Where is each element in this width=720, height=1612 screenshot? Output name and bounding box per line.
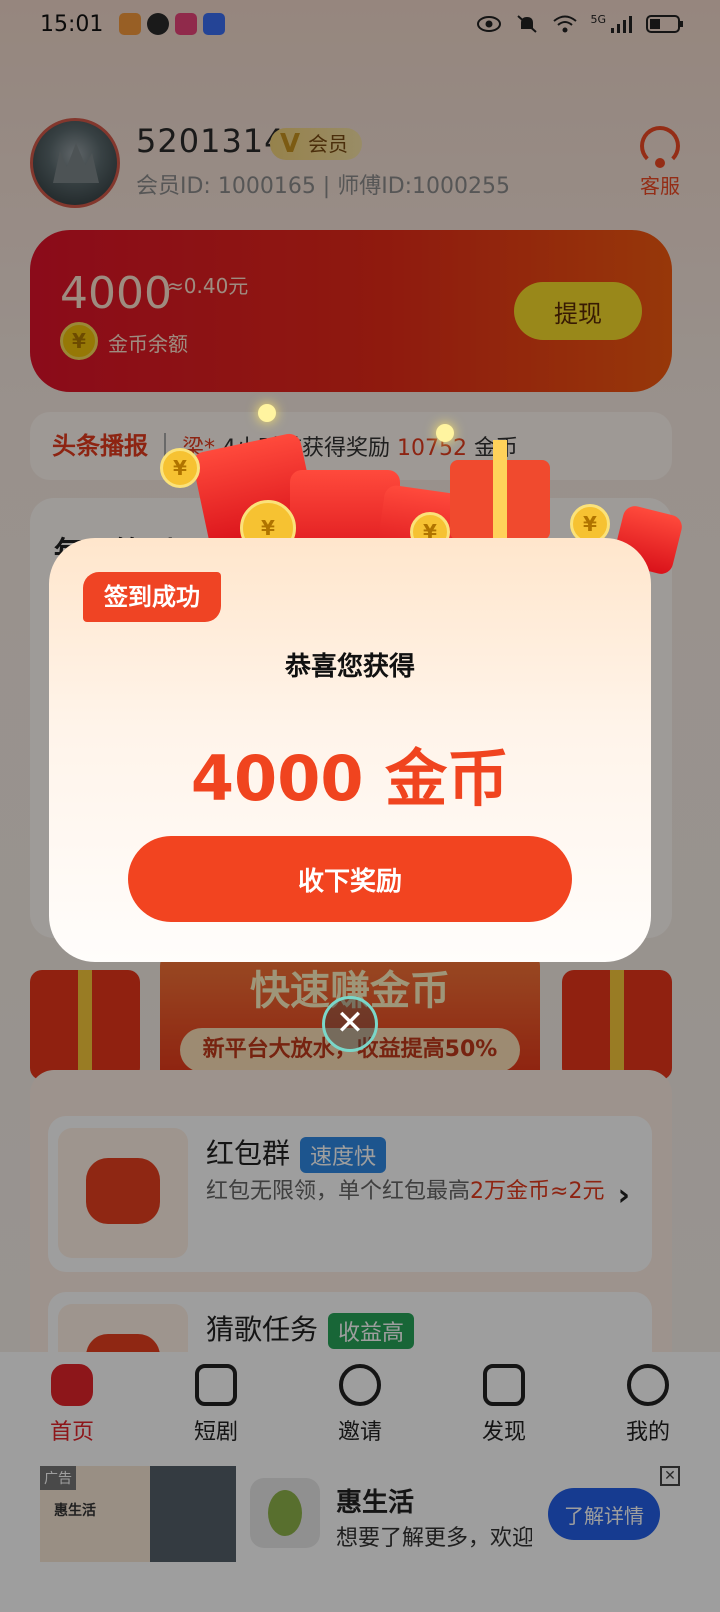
- sparkle-icon: [436, 424, 454, 442]
- reward-amount: 4000 金币: [190, 742, 510, 815]
- coin-icon: ¥: [160, 448, 200, 488]
- checkin-success-tag: 签到成功: [83, 572, 221, 622]
- claim-reward-button[interactable]: 收下奖励: [128, 836, 572, 922]
- gift-box-icon: [450, 440, 550, 540]
- close-dialog-icon[interactable]: ✕: [322, 996, 378, 1052]
- app-screen: 15:01 5G 5201314 V 会员 会员ID: 1000165 | 师傅…: [0, 0, 720, 1612]
- sparkle-icon: [258, 404, 276, 422]
- checkin-success-dialog: 签到成功 恭喜您获得 4000 金币 收下奖励: [49, 538, 651, 962]
- reward-heading: 恭喜您获得: [284, 652, 415, 682]
